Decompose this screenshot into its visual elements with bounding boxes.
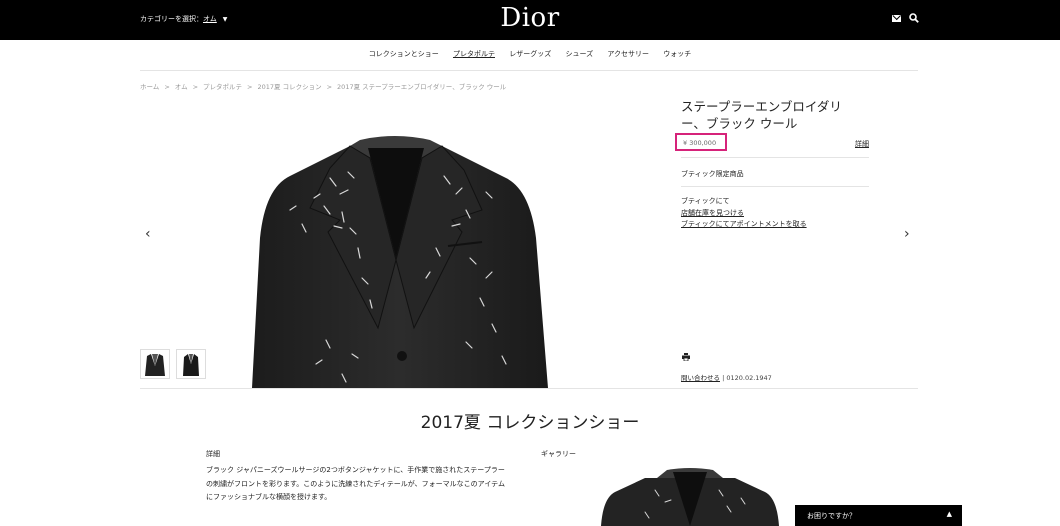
breadcrumb: ホーム > オム > プレタポルテ >2017夏 コレクション >2017夏 ステープラーエ… — [140, 81, 506, 91]
details-label: 詳細 — [206, 450, 220, 458]
breadcrumb-item[interactable]: プレタポルテ — [203, 83, 242, 91]
appointment-link[interactable]: ブティックにてアポイントメントを取る — [681, 219, 807, 231]
help-label[interactable]: お困りですか？ — [807, 511, 856, 521]
breadcrumb-item[interactable]: ホーム — [140, 83, 159, 91]
carousel-next-arrow-icon[interactable]: › — [904, 226, 910, 242]
nav-item-collection[interactable]: コレクションとショー — [369, 50, 439, 58]
breadcrumb-item[interactable]: オム — [175, 83, 188, 91]
print-icon[interactable] — [682, 353, 690, 361]
breadcrumb-item[interactable]: 2017夏 コレクション — [257, 83, 321, 91]
description-line: の刺繍がフロントを彩ります。このように洗練されたディテールが、フォーマルなこのア… — [206, 479, 505, 488]
section-title: 2017夏 コレクションショー — [420, 413, 640, 433]
find-store-link[interactable]: 店舗在庫を見つける — [681, 208, 807, 220]
breadcrumb-separator: > — [247, 83, 253, 91]
info-divider — [681, 186, 869, 187]
top-bar: カテゴリーを選択：オム ▼ Dior — [0, 0, 1060, 40]
product-price: ¥ 300,000 — [683, 139, 717, 147]
contact-row: 問い合わせる | 0120.02.1947 — [681, 372, 772, 382]
boutique-block: ブティックにて 店舗在庫を見つける ブティックにてアポイントメントを取る — [681, 196, 807, 231]
info-divider — [681, 157, 869, 158]
jacket-thumbnail-icon — [183, 354, 199, 376]
help-bar[interactable]: お困りですか？ ▲ — [795, 505, 962, 526]
gallery-image[interactable] — [595, 468, 785, 526]
breadcrumb-current: 2017夏 ステープラーエンブロイダリー、ブラック ウール — [337, 83, 507, 91]
mail-icon[interactable] — [892, 15, 901, 22]
contact-link[interactable]: 問い合わせる — [681, 374, 720, 382]
nav-item-ready-to-wear[interactable]: プレタポルテ — [453, 50, 495, 58]
dior-logo[interactable]: Dior — [0, 3, 1060, 33]
main-nav: コレクションとショー プレタポルテ レザーグッズ シューズ アクセサリー ウォッ… — [0, 49, 1060, 59]
product-title-line: ステープラーエンブロイダリ — [681, 99, 842, 114]
description-line: にファッショナブルな横顔を授けます。 — [206, 493, 332, 501]
search-icon[interactable] — [909, 13, 919, 23]
breadcrumb-separator: > — [164, 83, 170, 91]
detail-link[interactable]: 詳細 — [855, 139, 869, 149]
section-divider — [140, 388, 918, 389]
product-image — [252, 136, 548, 388]
breadcrumb-separator: > — [326, 83, 333, 91]
boutique-heading: ブティックにて — [681, 197, 730, 205]
chevron-up-icon[interactable]: ▲ — [947, 510, 952, 518]
nav-item-leather-goods[interactable]: レザーグッズ — [509, 50, 551, 58]
gallery-label: ギャラリー — [541, 450, 576, 458]
breadcrumb-separator: > — [192, 83, 199, 91]
thumbnail-1[interactable] — [140, 349, 170, 379]
product-title-line: ー、ブラック ウール — [681, 116, 798, 131]
thumbnail-2[interactable] — [176, 349, 206, 379]
nav-item-shoes[interactable]: シューズ — [565, 50, 593, 58]
nav-item-accessories[interactable]: アクセサリー — [607, 50, 649, 58]
product-description: ブラック ジャパニーズウールサージの2つボタンジャケットに、手作業で施されたステ… — [206, 464, 526, 505]
product-title: ステープラーエンブロイダリ ー、ブラック ウール — [681, 98, 881, 132]
carousel-prev-arrow-icon[interactable]: ‹ — [145, 226, 151, 242]
jacket-thumbnail-icon — [145, 354, 165, 376]
nav-divider — [140, 70, 918, 71]
boutique-exclusive-label: ブティック限定商品 — [681, 170, 744, 178]
description-line: ブラック ジャパニーズウールサージの2つボタンジャケットに、手作業で施されたステ… — [206, 466, 505, 474]
phone-number: | 0120.02.1947 — [722, 374, 772, 382]
nav-item-watches[interactable]: ウォッチ — [663, 50, 691, 58]
